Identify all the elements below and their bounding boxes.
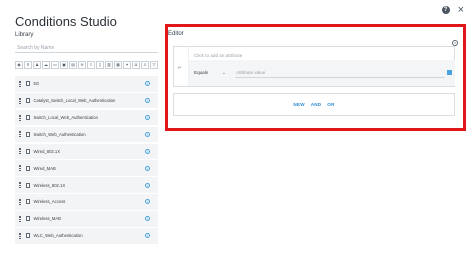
drag-handle-icon[interactable] <box>19 131 21 138</box>
library-item-label: Wireless_MAB <box>33 216 61 222</box>
sliders-icon[interactable]: ≡ <box>87 61 95 69</box>
drag-handle-icon[interactable] <box>19 182 21 189</box>
condition-icon <box>26 98 30 104</box>
library-heading: Library <box>15 32 34 38</box>
library-item-label: Switch_Local_Web_Authentication <box>33 115 98 121</box>
condition-handle[interactable]: ⌐ <box>174 47 189 86</box>
location-icon[interactable]: ◉ <box>15 61 23 69</box>
condition-icon <box>26 81 30 87</box>
settings-icon[interactable]: ✦ <box>123 61 131 69</box>
info-icon[interactable]: i <box>145 233 150 239</box>
library-item[interactable]: Switch_Local_Web_Authentication i <box>15 109 158 126</box>
attribute-value-input[interactable] <box>235 67 445 78</box>
condition-icon <box>26 115 30 121</box>
info-icon[interactable]: i <box>145 131 150 137</box>
library-item-label: WLC_Web_Authentication <box>33 233 83 239</box>
network-icon[interactable]: ⚲ <box>24 61 32 69</box>
library-item[interactable]: Catalyst_Switch_Local_Web_Authentication… <box>15 92 158 109</box>
drag-handle-icon[interactable] <box>19 114 21 121</box>
condition-block: ⌐ Click to add an attribute Equals ⌄ <box>173 46 455 87</box>
user-icon[interactable]: ♟ <box>33 61 41 69</box>
drag-handle-icon[interactable] <box>19 215 21 222</box>
library-item-label: Switch_Web_Authentication <box>33 131 86 137</box>
clipboard-icon[interactable]: ▥ <box>105 61 113 69</box>
grid-icon[interactable]: ▦ <box>114 61 122 69</box>
library-list: 5G i Catalyst_Switch_Local_Web_Authentic… <box>15 76 158 245</box>
info-icon[interactable]: i <box>145 182 150 188</box>
library-item[interactable]: Wireless_802.1X i <box>15 177 158 193</box>
library-item[interactable]: WLC_Web_Authentication i <box>15 228 158 244</box>
condition-type-icon: ⌐ <box>178 65 182 71</box>
library-item[interactable]: Wireless_MAB i <box>15 211 158 227</box>
drag-handle-icon[interactable] <box>19 80 21 87</box>
attribute-selector[interactable]: Click to add an attribute <box>194 51 430 60</box>
library-item-label: Catalyst_Switch_Local_Web_Authentication <box>33 98 116 104</box>
condition-icon <box>26 182 30 188</box>
condition-icon <box>26 233 30 239</box>
library-item[interactable]: Wired_802.1X i <box>15 143 158 160</box>
library-item-label: 5G <box>33 81 40 87</box>
condition-icon <box>26 199 30 205</box>
condition-icon <box>26 148 30 154</box>
monitor-icon[interactable]: ▣ <box>60 61 68 69</box>
library-item[interactable]: Wireless_Access i <box>15 194 158 210</box>
top-icons: ? × <box>441 5 464 16</box>
page-title: Conditions Studio <box>15 14 117 29</box>
info-icon[interactable]: i <box>145 199 150 205</box>
library-item[interactable]: Switch_Web_Authentication i <box>15 126 158 143</box>
info-icon[interactable]: i <box>145 165 150 171</box>
library-search-input[interactable] <box>15 43 158 53</box>
info-icon[interactable]: i <box>145 148 150 154</box>
logic-buttons: NEW AND OR <box>173 93 455 116</box>
operator-select[interactable]: Equals <box>194 68 224 78</box>
condition-icon <box>26 131 30 137</box>
computer-icon[interactable]: ▭ <box>51 61 59 69</box>
wifi-icon[interactable]: ≋ <box>78 61 86 69</box>
id-card-icon[interactable]: ▤ <box>69 61 77 69</box>
editor-heading: Editor <box>168 31 184 37</box>
library-item-label: Wireless_802.1X <box>33 182 66 188</box>
info-icon[interactable]: i <box>145 98 150 104</box>
condition-icon <box>26 216 30 222</box>
condition-row: Equals ⌄ <box>189 60 455 86</box>
filter-icon[interactable]: ▽ <box>150 61 158 69</box>
drag-handle-icon[interactable] <box>19 232 21 239</box>
drag-handle-icon[interactable] <box>19 198 21 205</box>
drag-handle-icon[interactable] <box>19 148 21 155</box>
or-button[interactable]: OR <box>327 102 334 107</box>
drag-handle-icon[interactable] <box>19 165 21 172</box>
library-item-label: Wireless_Access <box>33 199 66 205</box>
library-item-label: Wired_802.1X <box>33 148 61 154</box>
new-button[interactable]: NEW <box>293 102 304 107</box>
lock-icon[interactable]: ◘ <box>132 61 140 69</box>
chevron-down-icon[interactable]: ⌄ <box>222 68 226 78</box>
info-icon[interactable]: i <box>145 216 150 222</box>
condition-icon <box>26 165 30 171</box>
cloud-icon[interactable]: ☁ <box>42 61 50 69</box>
library-item[interactable]: Wired_MAB i <box>15 160 158 176</box>
drag-handle-icon[interactable] <box>19 97 21 104</box>
info-icon[interactable]: i <box>145 81 150 87</box>
document-icon[interactable]: ▯ <box>96 61 104 69</box>
library-item-label: Wired_MAB <box>33 165 56 171</box>
library-item[interactable]: 5G i <box>15 76 158 92</box>
and-button[interactable]: AND <box>311 102 322 107</box>
library-filter-toolbar: ◉ ⚲ ♟ ☁ ▭ ▣ ▤ ≋ ≡ ▯ ▥ ▦ ✦ ◘ ♙ ▽ <box>15 61 158 69</box>
close-icon[interactable]: × <box>458 5 464 16</box>
value-picker-icon[interactable] <box>447 70 452 75</box>
help-icon[interactable]: ? <box>441 6 450 14</box>
user-tag-icon[interactable]: ♙ <box>141 61 149 69</box>
info-icon[interactable]: i <box>145 115 150 121</box>
